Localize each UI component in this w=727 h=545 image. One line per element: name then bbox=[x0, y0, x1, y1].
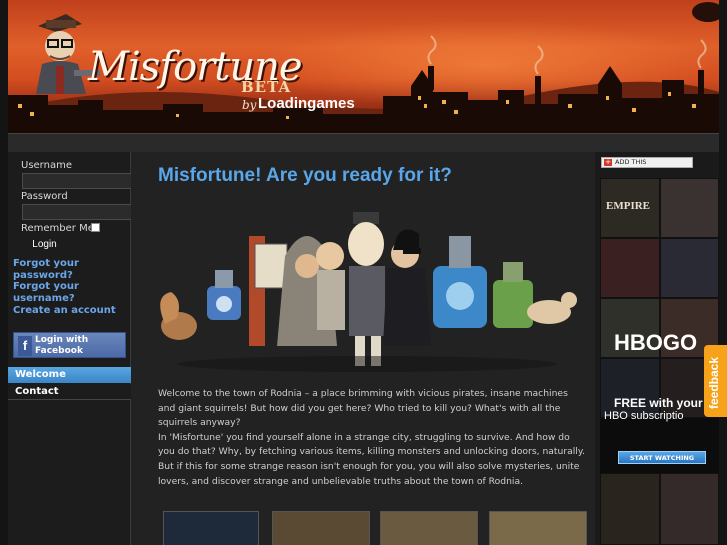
left-sidebar: Username Password Remember Me Login Forg… bbox=[8, 152, 136, 545]
feedback-tab[interactable]: feedback bbox=[704, 345, 727, 417]
hbo-go-advertisement[interactable]: EMPIRE HBOGO FREE with your HBO subscrip… bbox=[600, 178, 719, 545]
screenshot-thumbnail[interactable] bbox=[272, 511, 370, 545]
screenshot-thumbnail[interactable] bbox=[163, 511, 259, 545]
start-watching-button[interactable]: START WATCHING bbox=[618, 451, 706, 464]
forgot-password-link[interactable]: Forgot your password? bbox=[13, 258, 103, 282]
username-input[interactable] bbox=[22, 173, 136, 189]
addthis-label: ADD THIS bbox=[615, 158, 647, 166]
page-title: Misfortune! Are you ready for it? bbox=[158, 165, 452, 186]
right-column: + ADD THIS EMPIRE HBOGO FREE with your H… bbox=[595, 152, 719, 545]
create-account-link[interactable]: Create an account bbox=[13, 305, 131, 317]
ad-empire-text: EMPIRE bbox=[606, 200, 650, 212]
remember-me-checkbox[interactable] bbox=[91, 223, 100, 232]
hero-characters-illustration bbox=[160, 212, 577, 372]
facebook-login-button[interactable]: f Login with Facebook bbox=[13, 332, 126, 358]
facebook-login-label: Login with Facebook bbox=[35, 335, 88, 357]
main-content: Misfortune! Are you ready for it? Welcom… bbox=[131, 152, 595, 545]
password-input[interactable] bbox=[22, 204, 136, 220]
ad-poster bbox=[660, 473, 719, 545]
hbo-free-text: FREE with your bbox=[614, 396, 703, 410]
screenshot-thumbnail[interactable] bbox=[380, 511, 478, 545]
addthis-plus-icon: + bbox=[604, 158, 612, 166]
intro-paragraph-1: Welcome to the town of Rodnia – a place … bbox=[158, 388, 568, 429]
facebook-login-line1: Login with bbox=[35, 335, 89, 345]
header-banner: Misfortune BETA by Loadingames bbox=[8, 0, 719, 133]
password-label: Password bbox=[21, 191, 68, 202]
nav-item-contact[interactable]: Contact bbox=[8, 384, 131, 400]
login-button[interactable]: Login bbox=[22, 237, 62, 252]
remember-me-label: Remember Me bbox=[21, 223, 94, 234]
facebook-icon: f bbox=[18, 336, 32, 356]
ad-poster bbox=[600, 473, 660, 545]
page: Misfortune BETA by Loadingames Username … bbox=[0, 0, 727, 545]
logo-by-text: by bbox=[242, 98, 257, 112]
logo-brand[interactable]: Loadingames bbox=[258, 95, 355, 112]
intro-paragraph-2: In 'Misfortune' you find yourself alone … bbox=[158, 431, 585, 487]
ad-poster bbox=[600, 238, 660, 298]
intro-text: Welcome to the town of Rodnia – a place … bbox=[158, 387, 588, 489]
logo-beta-tag: BETA bbox=[241, 78, 292, 96]
ad-poster bbox=[660, 238, 719, 298]
hbo-subscription-text: HBO subscriptio bbox=[604, 410, 684, 422]
ad-poster bbox=[660, 178, 719, 238]
username-label: Username bbox=[21, 160, 72, 171]
feedback-label: feedback bbox=[707, 356, 721, 409]
hbo-go-logo: HBOGO bbox=[614, 330, 698, 355]
screenshot-thumbnail[interactable] bbox=[489, 511, 587, 545]
header-divider-strip bbox=[8, 133, 719, 152]
facebook-login-line2: Facebook bbox=[35, 346, 83, 356]
nav-item-welcome[interactable]: Welcome bbox=[8, 367, 131, 383]
forgot-username-link[interactable]: Forgot your username? bbox=[13, 281, 103, 305]
addthis-share-button[interactable]: + ADD THIS bbox=[601, 157, 693, 168]
